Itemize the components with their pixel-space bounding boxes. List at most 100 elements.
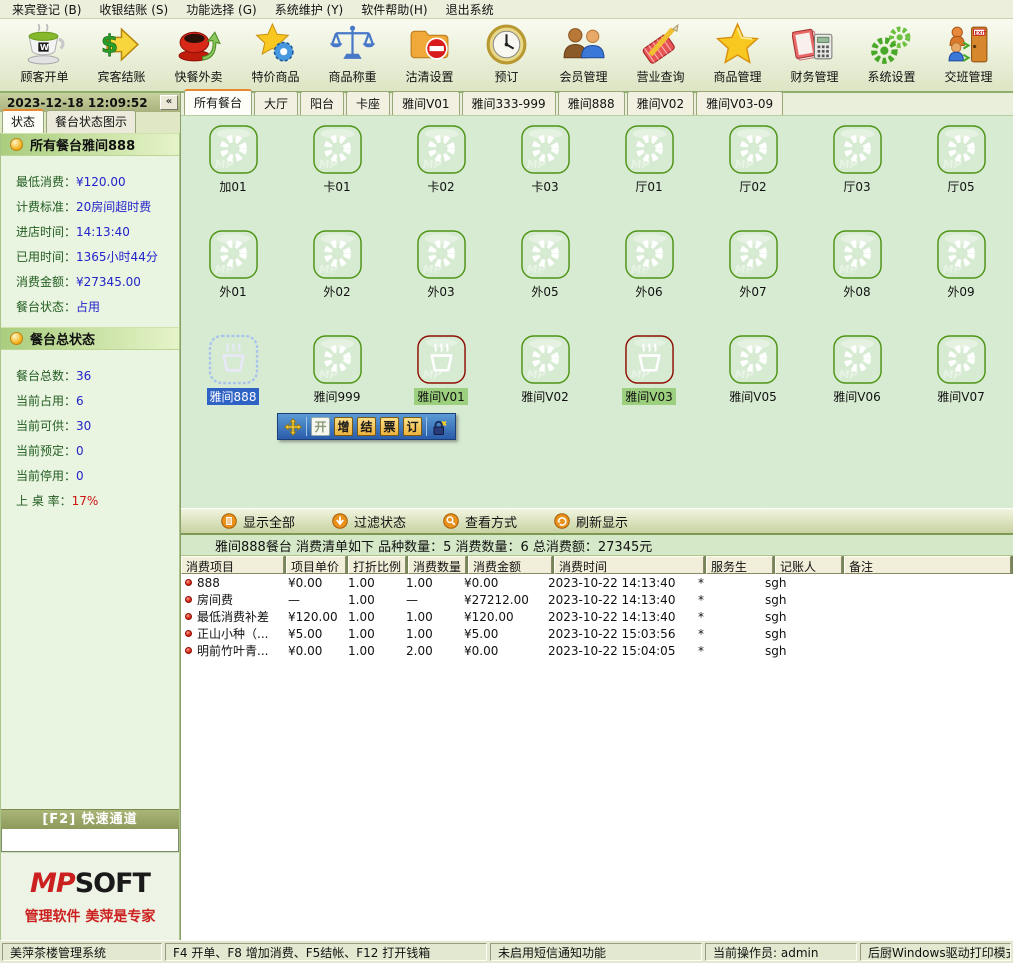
col-header-waiter[interactable]: 服务生 xyxy=(706,556,773,574)
col-header-discount[interactable]: 打折比例 xyxy=(348,556,406,574)
table-cell[interactable]: 雅间V05 xyxy=(701,334,805,439)
sidebar-tabs: 状态 餐台状态图示 xyxy=(0,112,180,133)
table-cell[interactable]: 外01 xyxy=(181,229,285,334)
toolbar-members[interactable]: 会员管理 xyxy=(545,22,622,91)
tab-room-v02[interactable]: 雅间V02 xyxy=(627,91,694,115)
table-cell[interactable]: 外05 xyxy=(493,229,597,334)
col-header-unit-price[interactable]: 项目单价 xyxy=(286,556,346,574)
sidebar-tab-table-legend[interactable]: 餐台状态图示 xyxy=(46,110,136,133)
table-row[interactable]: 最低消费补差 ¥120.00 1.00 1.00 ¥120.00 2023-10… xyxy=(181,608,1013,625)
lock-icon[interactable] xyxy=(431,417,449,437)
toolbar-guest-checkout[interactable]: 宾客结账 xyxy=(83,22,160,91)
table-row[interactable]: 888 ¥0.00 1.00 1.00 ¥0.00 2023-10-22 14:… xyxy=(181,574,1013,591)
teacup-icon xyxy=(22,22,67,67)
table-cell[interactable]: 厅03 xyxy=(805,124,909,229)
field-billing-standard: 计费标准：20房间超时费 xyxy=(16,194,175,219)
filter-status-button[interactable]: 过滤状态 xyxy=(332,512,406,531)
tab-balcony[interactable]: 阳台 xyxy=(300,91,344,115)
toolbar-shift-management[interactable]: 交班管理 xyxy=(930,22,1007,91)
col-header-bookkeeper[interactable]: 记账人 xyxy=(775,556,842,574)
table-free-icon xyxy=(312,229,363,280)
table-cell[interactable]: 外02 xyxy=(285,229,389,334)
quick-reserve-button[interactable]: 订 xyxy=(403,417,422,436)
table-cell[interactable]: 卡03 xyxy=(493,124,597,229)
datetime-text: 2023-12-18 12:09:52 xyxy=(7,96,148,110)
toolbar-open-order[interactable]: 顾客开单 xyxy=(6,22,83,91)
table-free-icon xyxy=(936,229,987,280)
table-free-icon xyxy=(520,229,571,280)
quick-open-button[interactable]: 开 xyxy=(311,417,330,436)
refresh-button[interactable]: 刷新显示 xyxy=(554,512,628,531)
table-row[interactable]: 房间费 — 1.00 — ¥27212.00 2023-10-22 14:13:… xyxy=(181,591,1013,608)
table-cell[interactable]: 外09 xyxy=(909,229,1013,334)
table-cell[interactable]: 外03 xyxy=(389,229,493,334)
table-row[interactable]: 正山小种（... ¥5.00 1.00 1.00 ¥5.00 2023-10-2… xyxy=(181,625,1013,642)
table-cell[interactable]: 雅间V06 xyxy=(805,334,909,439)
panel-selected-table-header[interactable]: 所有餐台雅间888 xyxy=(1,133,179,156)
toolbar-weighing[interactable]: 商品称重 xyxy=(314,22,391,91)
table-cell[interactable]: 加01 xyxy=(181,124,285,229)
toolbar-takeout[interactable]: 快餐外卖 xyxy=(160,22,237,91)
toolbar-soldout-settings[interactable]: 沽清设置 xyxy=(391,22,468,91)
tab-room-v01[interactable]: 雅间V01 xyxy=(392,91,459,115)
menu-cashier-settle[interactable]: 收银结账 (S) xyxy=(90,0,177,19)
view-mode-button[interactable]: 查看方式 xyxy=(443,512,517,531)
menu-exit[interactable]: 退出系统 xyxy=(437,0,503,19)
toolbar-finance[interactable]: 财务管理 xyxy=(776,22,853,91)
toolbar-reservation[interactable]: 预订 xyxy=(468,22,545,91)
field-occupied: 当前占用：6 xyxy=(16,388,175,413)
gears-icon xyxy=(869,22,914,67)
toolbar-goods-management[interactable]: 商品管理 xyxy=(699,22,776,91)
quick-settle-button[interactable]: 结 xyxy=(357,417,376,436)
sidebar: 2023-12-18 12:09:52 « 状态 餐台状态图示 所有餐台雅间88… xyxy=(0,93,181,940)
menu-system-maintenance[interactable]: 系统维护 (Y) xyxy=(266,0,353,19)
table-cell[interactable]: 厅01 xyxy=(597,124,701,229)
vendor-logo-area: MPSOFT 管理软件 美萍是专家 xyxy=(1,852,179,940)
table-cell-selected[interactable]: 雅间888 xyxy=(181,334,285,439)
tab-booth[interactable]: 卡座 xyxy=(346,91,390,115)
quick-add-button[interactable]: 增 xyxy=(334,417,353,436)
toolbar-system-settings[interactable]: 系统设置 xyxy=(853,22,930,91)
table-cell[interactable]: 外07 xyxy=(701,229,805,334)
toolbar-business-query[interactable]: 营业查询 xyxy=(622,22,699,91)
table-cell[interactable]: 外06 xyxy=(597,229,701,334)
col-header-amount[interactable]: 消费金额 xyxy=(468,556,552,574)
panel-total-status-header[interactable]: 餐台总状态 xyxy=(1,327,179,350)
toolbar-special-items[interactable]: 特价商品 xyxy=(237,22,314,91)
tab-room-v03-09[interactable]: 雅间V03-09 xyxy=(696,91,783,115)
table-cell-occupied[interactable]: 雅间V03 xyxy=(597,334,701,439)
table-cell[interactable]: 雅间V07 xyxy=(909,334,1013,439)
drag-handle-icon[interactable] xyxy=(284,418,302,436)
sidebar-collapse-button[interactable]: « xyxy=(160,95,178,110)
consumption-summary: 雅间888餐台 消费清单如下 品种数量：5 消费数量：6 总消费额：27345元 xyxy=(181,535,1013,556)
sidebar-tab-status[interactable]: 状态 xyxy=(2,109,44,133)
table-cell[interactable]: 卡02 xyxy=(389,124,493,229)
table-row[interactable]: 明前竹叶青... ¥0.00 1.00 2.00 ¥0.00 2023-10-2… xyxy=(181,642,1013,659)
row-bullet-icon xyxy=(185,630,192,637)
table-cell[interactable]: 卡01 xyxy=(285,124,389,229)
col-header-time[interactable]: 消费时间 xyxy=(554,556,704,574)
main-toolbar: 顾客开单 宾客结账 快餐外卖 特价商品 商品称重 沽清设置 预订 会员管理 xyxy=(0,19,1013,93)
menu-functions[interactable]: 功能选择 (G) xyxy=(177,0,265,19)
row-bullet-icon xyxy=(185,613,192,620)
tab-room-888[interactable]: 雅间888 xyxy=(558,91,625,115)
tab-all-tables[interactable]: 所有餐台 xyxy=(184,89,252,115)
show-all-button[interactable]: 显示全部 xyxy=(221,512,295,531)
col-header-item[interactable]: 消费项目 xyxy=(181,556,284,574)
table-cell[interactable]: 厅05 xyxy=(909,124,1013,229)
view-action-bar: 显示全部 过滤状态 查看方式 刷新显示 xyxy=(181,508,1013,535)
table-cell[interactable]: 雅间V02 xyxy=(493,334,597,439)
table-cell[interactable]: 外08 xyxy=(805,229,909,334)
tab-room-333-999[interactable]: 雅间333-999 xyxy=(462,91,556,115)
quick-channel-input[interactable] xyxy=(1,829,179,852)
field-total-tables: 餐台总数：36 xyxy=(16,363,175,388)
menu-help[interactable]: 软件帮助(H) xyxy=(352,0,436,19)
field-available: 当前可供：30 xyxy=(16,413,175,438)
scale-icon xyxy=(330,22,375,67)
quick-ticket-button[interactable]: 票 xyxy=(380,417,399,436)
table-cell[interactable]: 厅02 xyxy=(701,124,805,229)
col-header-note[interactable]: 备注 xyxy=(844,556,1011,574)
col-header-quantity[interactable]: 消费数量 xyxy=(408,556,466,574)
tab-hall[interactable]: 大厅 xyxy=(254,91,298,115)
menu-guest-register[interactable]: 来宾登记 (B) xyxy=(3,0,90,19)
